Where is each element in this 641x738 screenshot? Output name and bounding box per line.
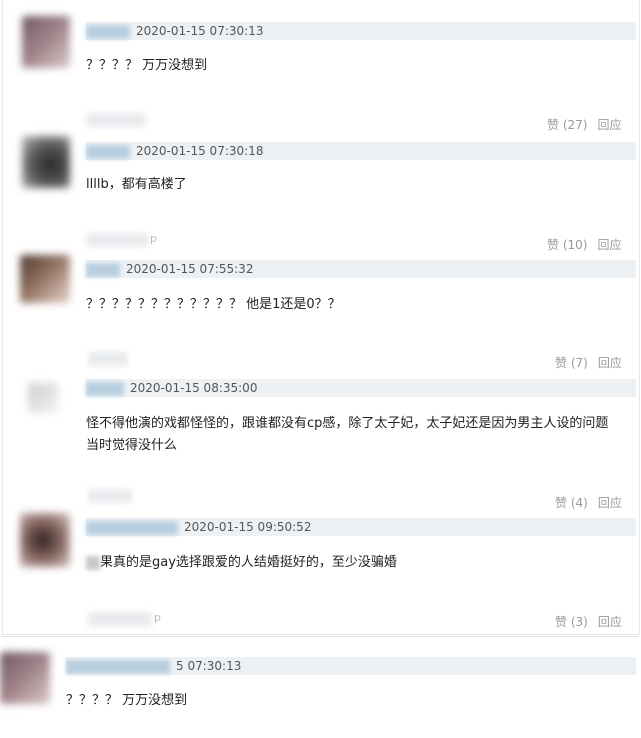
comment-actions: 赞 (3) 回应 xyxy=(555,613,622,630)
reply-button[interactable]: 回应 xyxy=(598,615,622,629)
comment-actions: 赞 (4) 回应 xyxy=(555,494,622,511)
redacted-text xyxy=(86,555,100,570)
comment-panel xyxy=(2,0,640,635)
timestamp: 5 07:30:13 xyxy=(176,659,242,673)
like-button[interactable]: 赞 (7) xyxy=(555,356,588,370)
username[interactable] xyxy=(86,24,130,39)
reply-preview-suffix: p xyxy=(154,611,161,624)
avatar[interactable] xyxy=(0,652,50,704)
comment-actions: 赞 (27) 回应 xyxy=(547,116,621,133)
reply-button[interactable]: 回应 xyxy=(597,238,621,252)
comment-text: 果真的是gay选择跟爱的人结婚挺好的，至少没骗婚 xyxy=(86,552,397,574)
timestamp: 2020-01-15 07:30:13 xyxy=(136,24,264,38)
divider xyxy=(2,636,638,637)
comment-header: 2020-01-15 07:30:18 xyxy=(86,142,636,160)
username[interactable] xyxy=(86,520,178,535)
reply-preview-name xyxy=(88,352,128,366)
like-button[interactable]: 赞 (3) xyxy=(555,615,588,629)
timestamp: 2020-01-15 09:50:52 xyxy=(184,520,312,534)
timestamp: 2020-01-15 08:35:00 xyxy=(130,381,258,395)
reply-button[interactable]: 回应 xyxy=(598,356,622,370)
like-button[interactable]: 赞 (4) xyxy=(555,496,588,510)
username[interactable] xyxy=(86,381,124,396)
comment-text-line: 当时觉得没什么 xyxy=(86,438,178,453)
comment-text: ？？？？ 万万没想到 xyxy=(86,58,208,73)
username[interactable] xyxy=(86,262,120,277)
reply-button[interactable]: 回应 xyxy=(598,496,622,510)
avatar[interactable] xyxy=(22,136,70,188)
comment-text: llllb，都有高楼了 xyxy=(86,177,187,192)
avatar[interactable] xyxy=(20,513,70,567)
comment-header: 2020-01-15 07:55:32 xyxy=(86,260,636,278)
comment-header: 2020-01-15 09:50:52 xyxy=(86,518,636,536)
comment-text-line: 怪不得他演的戏都怪怪的，跟谁都没有cp感，除了太子妃，太子妃还是因为男主人设的问… xyxy=(86,416,609,431)
reply-preview-name xyxy=(88,612,152,626)
reply-preview-suffix: p xyxy=(150,232,157,245)
comment-header: 2020-01-15 07:30:13 xyxy=(86,22,636,40)
reply-preview-name xyxy=(86,233,148,247)
reply-button[interactable]: 回应 xyxy=(597,118,621,132)
like-button[interactable]: 赞 (27) xyxy=(547,118,587,132)
like-button[interactable]: 赞 (10) xyxy=(547,238,587,252)
username[interactable] xyxy=(66,659,170,674)
comment-text: ？？？？？？？？？？？？ 他是1还是0？？ xyxy=(86,297,341,312)
avatar[interactable] xyxy=(28,383,58,413)
comment-header: 5 07:30:13 xyxy=(66,657,636,675)
timestamp: 2020-01-15 07:55:32 xyxy=(126,262,254,276)
comment-header: 2020-01-15 08:35:00 xyxy=(86,379,636,397)
comment-actions: 赞 (10) 回应 xyxy=(547,236,621,253)
avatar[interactable] xyxy=(20,255,70,303)
username[interactable] xyxy=(86,144,130,159)
comment-text: 怪不得他演的戏都怪怪的，跟谁都没有cp感，除了太子妃，太子妃还是因为男主人设的问… xyxy=(86,413,608,457)
comment-text-content: 果真的是gay选择跟爱的人结婚挺好的，至少没骗婚 xyxy=(100,555,397,570)
comment-text: ？？？？ 万万没想到 xyxy=(66,693,188,708)
reply-preview-name xyxy=(86,113,146,127)
comment-actions: 赞 (7) 回应 xyxy=(555,354,622,371)
timestamp: 2020-01-15 07:30:18 xyxy=(136,144,264,158)
reply-preview-name xyxy=(88,489,132,503)
avatar[interactable] xyxy=(22,16,70,68)
